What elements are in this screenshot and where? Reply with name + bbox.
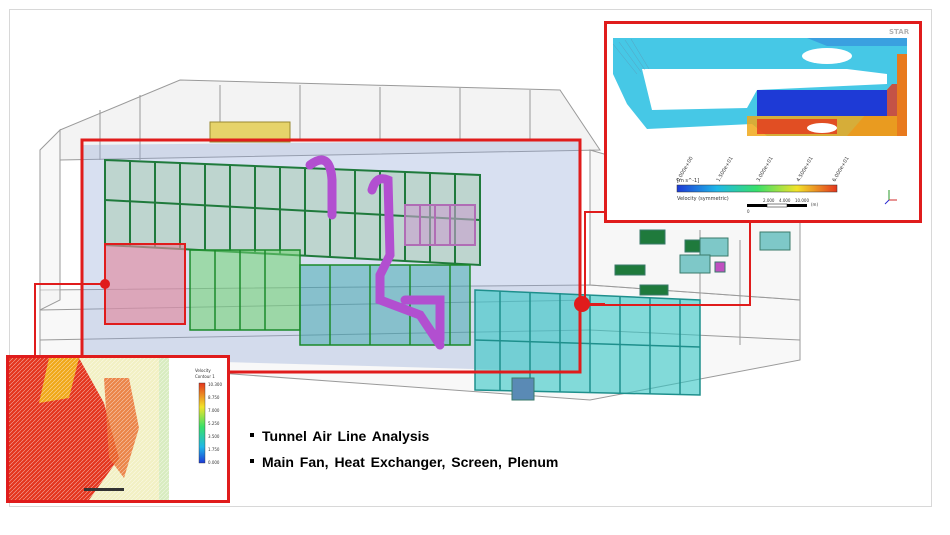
colorbar-tick: 3.000e+01 — [756, 156, 775, 183]
bullet-square-icon — [250, 459, 254, 463]
leader-dot-right — [574, 296, 590, 312]
velocity-contour-plot: 0.000e+00 1.500e+01 3.000e+01 4.500e+01 … — [612, 28, 910, 214]
colorbar-tick: 1.500e+01 — [716, 156, 735, 183]
fan-section — [404, 204, 476, 246]
svg-text:2.000: 2.000 — [763, 198, 775, 203]
svg-text:(m): (m) — [811, 202, 818, 207]
legend-title: Velocity — [195, 368, 211, 373]
scale-bar: 0 2.000 4.000 10.000 (m) — [747, 198, 818, 214]
bullet-item: Main Fan, Heat Exchanger, Screen, Plenum — [250, 454, 558, 470]
analysis-bullet-list: Tunnel Air Line Analysis Main Fan, Heat … — [250, 428, 558, 480]
legend-unit: [m s^-1] — [677, 178, 699, 184]
software-logo: STAR — [889, 28, 910, 36]
bullet-text: Tunnel Air Line Analysis — [262, 428, 430, 444]
blue-region — [757, 90, 887, 116]
legend-title: Velocity (symmetric) — [677, 196, 729, 202]
bullet-item: Tunnel Air Line Analysis — [250, 428, 558, 444]
legend-tick: 3.500 — [208, 434, 220, 439]
colorbar-tick: 6.000e+01 — [832, 156, 851, 183]
inlet-zone — [104, 243, 186, 325]
legend-tick: 10.300 — [208, 382, 222, 387]
svg-text:0: 0 — [747, 209, 750, 214]
legend-subtitle: Contour 1 — [195, 374, 215, 379]
velocity-inset: 0.000e+00 1.500e+01 3.000e+01 4.500e+01 … — [604, 21, 922, 223]
legend-tick: 0.000 — [208, 460, 220, 465]
colorbar-tick: 4.500e+01 — [796, 156, 815, 183]
contour-inset: Velocity Contour 1 10.300 8.750 7.000 5.… — [6, 355, 230, 503]
colorbar — [676, 184, 838, 193]
leader-dot-left — [100, 279, 110, 289]
contour-legend-bar — [198, 382, 206, 464]
legend-tick: 7.000 — [208, 408, 220, 413]
svg-text:10.000: 10.000 — [795, 198, 809, 203]
legend-tick: 8.750 — [208, 395, 220, 400]
bullet-square-icon — [250, 433, 254, 437]
svg-text:4.000: 4.000 — [779, 198, 791, 203]
axes-triad-icon — [884, 190, 897, 205]
bullet-text: Main Fan, Heat Exchanger, Screen, Plenum — [262, 454, 559, 470]
contour-plot: Velocity Contour 1 10.300 8.750 7.000 5.… — [9, 358, 222, 500]
legend-tick: 1.750 — [208, 447, 220, 452]
legend-tick: 5.250 — [208, 421, 220, 426]
